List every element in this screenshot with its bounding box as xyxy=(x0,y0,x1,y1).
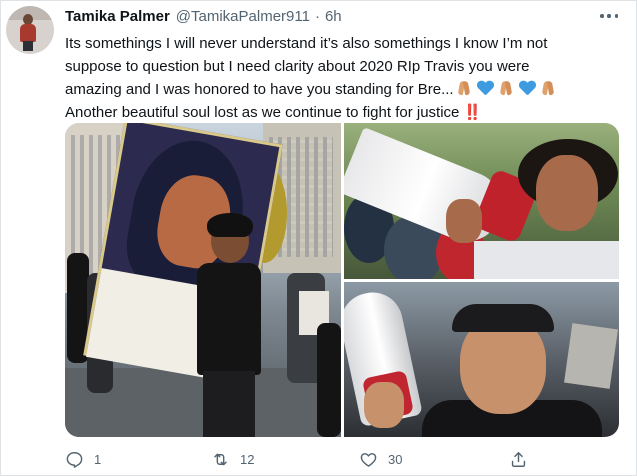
retweet-icon xyxy=(214,453,227,465)
bandana xyxy=(452,304,554,332)
retweet-count: 12 xyxy=(240,451,255,467)
reply-bubble-icon xyxy=(66,451,83,468)
man-face xyxy=(536,155,598,231)
share-upload-icon xyxy=(511,451,526,467)
tweet-line-1: Its somethings I will never understand i… xyxy=(65,35,548,52)
more-dot xyxy=(600,14,604,18)
crowd-person xyxy=(317,323,341,437)
tweet-card[interactable]: Tamika Palmer @TamikaPalmer911 · 6h Its … xyxy=(0,0,637,476)
timestamp[interactable]: 6h xyxy=(325,8,342,25)
more-horizontal-icon[interactable] xyxy=(600,9,618,23)
marcher-pants xyxy=(203,371,255,437)
action-bar: 1 12 30 xyxy=(65,448,535,470)
protest-portrait-photo[interactable] xyxy=(65,123,341,437)
like-count: 30 xyxy=(388,451,403,467)
man-shirt xyxy=(474,241,619,279)
blue-heart-icon xyxy=(519,80,536,96)
marcher-shirt xyxy=(197,263,261,375)
man-hand xyxy=(446,199,482,243)
reply-count: 1 xyxy=(94,451,102,467)
emoji-row xyxy=(454,80,559,96)
tweet-line-3-text: amazing and I was honored to have you st… xyxy=(65,81,454,98)
man-hand xyxy=(364,382,404,428)
marcher-hair xyxy=(207,213,253,237)
like-button[interactable]: 30 xyxy=(359,448,402,470)
folded-hands-icon xyxy=(456,80,473,96)
dot-separator: · xyxy=(314,8,320,25)
tweet-text: Its somethings I will never understand i… xyxy=(65,32,620,124)
retweet-button[interactable]: 12 xyxy=(211,448,254,470)
media-grid xyxy=(65,123,619,437)
tweet-line-4-text: Another beautiful soul lost as we contin… xyxy=(65,104,460,121)
tweet-header: Tamika Palmer @TamikaPalmer911 · 6h xyxy=(65,8,342,28)
tweet-line-3: amazing and I was honored to have you st… xyxy=(65,78,620,101)
reply-button[interactable]: 1 xyxy=(65,448,101,470)
avatar-figure-legs xyxy=(23,41,33,51)
heart-outline-icon xyxy=(360,452,377,467)
avatar[interactable] xyxy=(6,6,54,54)
folded-hands-icon xyxy=(540,80,557,96)
avatar-figure-body xyxy=(20,24,36,42)
display-name[interactable]: Tamika Palmer xyxy=(65,8,170,25)
share-button[interactable] xyxy=(509,448,528,470)
more-dot xyxy=(607,14,611,18)
user-handle[interactable]: @TamikaPalmer911 xyxy=(176,8,310,25)
tweet-line-4: Another beautiful soul lost as we contin… xyxy=(65,101,620,124)
more-dot xyxy=(614,14,618,18)
blue-heart-icon xyxy=(477,80,494,96)
folded-hands-icon xyxy=(498,80,515,96)
protest-sign xyxy=(564,323,618,389)
double-exclamation-icon: ‼️ xyxy=(463,104,482,121)
tweet-line-2: suppose to question but I need clarity a… xyxy=(65,58,530,75)
bandana-man-photo[interactable] xyxy=(344,282,619,437)
megaphone-man-photo[interactable] xyxy=(344,123,619,279)
